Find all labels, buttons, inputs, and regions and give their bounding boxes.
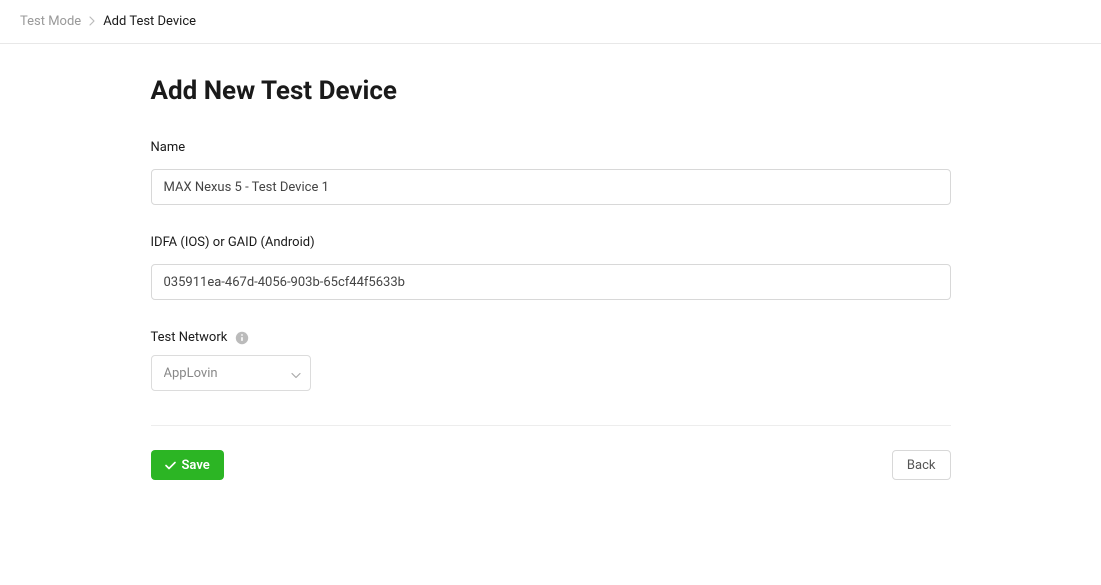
breadcrumb-parent[interactable]: Test Mode	[20, 14, 81, 29]
info-icon[interactable]	[235, 331, 249, 345]
field-idfa: IDFA (IOS) or GAID (Android)	[151, 235, 951, 300]
name-input[interactable]	[151, 169, 951, 205]
breadcrumb-current: Add Test Device	[103, 14, 196, 29]
page-title: Add New Test Device	[151, 76, 951, 106]
field-name: Name	[151, 140, 951, 205]
name-label: Name	[151, 140, 951, 155]
check-icon	[165, 461, 176, 470]
breadcrumb: Test Mode Add Test Device	[0, 0, 1101, 44]
back-button[interactable]: Back	[892, 450, 951, 480]
action-row: Save Back	[151, 450, 951, 480]
save-button[interactable]: Save	[151, 450, 224, 480]
idfa-input[interactable]	[151, 264, 951, 300]
back-button-label: Back	[907, 458, 936, 473]
network-select[interactable]: AppLovin	[151, 355, 311, 391]
divider	[151, 425, 951, 426]
chevron-right-icon	[89, 15, 95, 29]
idfa-label: IDFA (IOS) or GAID (Android)	[151, 235, 951, 250]
save-button-label: Save	[182, 458, 210, 473]
field-network: Test Network AppLovin	[151, 330, 951, 391]
main-content: Add New Test Device Name IDFA (IOS) or G…	[151, 44, 951, 480]
network-label: Test Network	[151, 330, 228, 345]
